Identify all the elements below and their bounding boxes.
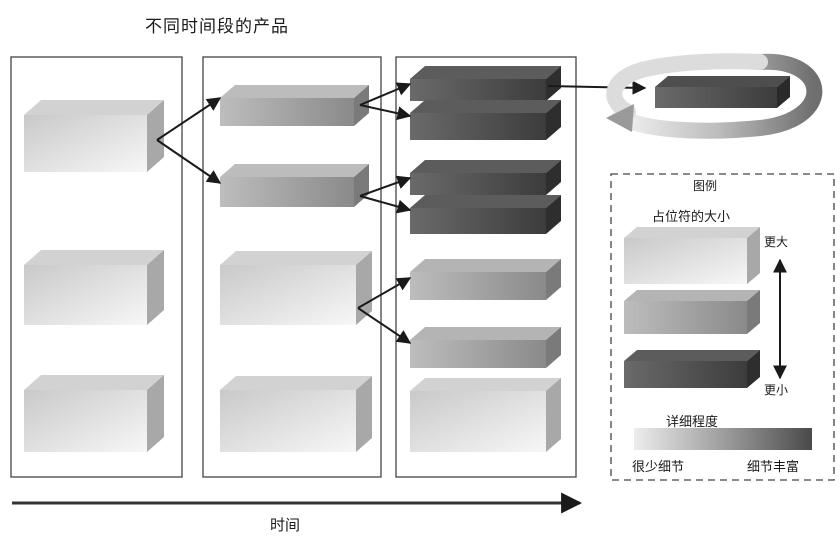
legend-title: 图例	[693, 179, 718, 193]
legend-size-title: 占位符的大小	[652, 210, 731, 225]
block-cycle	[655, 76, 790, 108]
detail-gradient-bar	[634, 428, 812, 450]
legend-detail-title: 详细程度	[666, 415, 719, 430]
diagram-canvas	[10, 53, 835, 514]
legend-block-medium	[624, 290, 760, 334]
block-c3-medium-1	[410, 259, 561, 300]
legend-smaller-label: 更小	[764, 383, 789, 397]
time-axis-label: 时间	[270, 516, 301, 534]
block-c1-row3	[24, 375, 164, 452]
block-c1-row2	[24, 250, 164, 325]
block-c3-dark-4	[410, 195, 561, 234]
legend-block-small	[624, 350, 760, 388]
legend-block-large	[624, 227, 760, 284]
block-c2-row3	[220, 376, 372, 452]
block-c2-mid	[220, 164, 369, 207]
diagram-title: 不同时间段的产品	[145, 17, 289, 37]
legend-more-detail-label: 细节丰富	[747, 460, 800, 475]
block-c2-row2	[220, 251, 372, 325]
block-c2-top	[220, 85, 369, 126]
block-c3-dark-3	[410, 160, 561, 195]
block-c1-large	[24, 100, 164, 172]
block-c3-dark-1	[410, 66, 561, 101]
legend-less-detail-label: 很少细节	[632, 460, 685, 475]
block-c3-dark-2	[410, 100, 561, 140]
block-c3-medium-2	[410, 327, 561, 368]
legend-bigger-label: 更大	[764, 235, 789, 249]
block-c3-light	[410, 378, 561, 452]
